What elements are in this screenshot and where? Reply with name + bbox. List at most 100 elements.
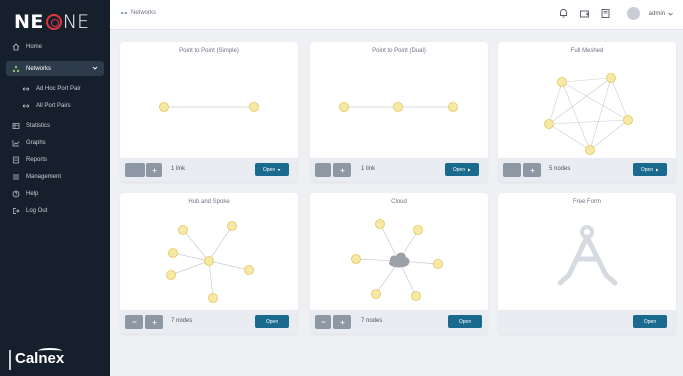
help-icon (12, 190, 20, 198)
topology-diagram (544, 73, 633, 155)
plus-icon (340, 168, 344, 172)
sidebar-item-management[interactable]: Management (0, 168, 110, 185)
link-count: 1 link (361, 166, 376, 172)
calnex-wordmark: Calnex (15, 350, 65, 367)
neone-logo[interactable]: NE NE (14, 9, 89, 35)
network-card-p2p-simple: Point to Point (Simple) 1 link Open (120, 42, 298, 182)
arrows-icon (22, 102, 30, 110)
node (249, 102, 259, 112)
node (606, 73, 616, 83)
sidebar-item-label: Networks (26, 65, 52, 72)
report-icon (12, 156, 20, 164)
logo-ne-suffix: NE (62, 11, 90, 33)
node (375, 219, 385, 229)
open-button[interactable]: Open (255, 163, 289, 176)
sidebar-item-label: Log Out (26, 207, 48, 214)
avatar[interactable] (626, 7, 640, 20)
chevron-down-icon (668, 12, 673, 16)
logo-o-icon (45, 14, 62, 30)
node-count: 7 nodes (171, 318, 193, 324)
sidebar-nav: Home Networks Ad Hoc Port Pair All Port … (0, 38, 110, 219)
node (433, 259, 443, 269)
user-menu[interactable]: admin (649, 11, 673, 17)
list-icon (12, 173, 20, 181)
node (208, 293, 218, 303)
sidebar-item-label: Statistics (26, 122, 51, 129)
node-count: 7 nodes (361, 318, 383, 324)
topology-diagram (351, 219, 443, 301)
node (448, 102, 458, 112)
node (159, 102, 169, 112)
hub-node (204, 256, 214, 266)
top-bar: Networks admin (110, 0, 683, 30)
sidebar-item-logout[interactable]: Log Out (0, 202, 110, 219)
node-count: 5 nodes (549, 166, 571, 172)
open-button[interactable]: Open (633, 315, 667, 328)
card-footer: 7 nodes Open (120, 310, 298, 334)
user-name: admin (648, 10, 665, 17)
zoom-in-button[interactable] (146, 163, 162, 177)
sidebar-item-help[interactable]: Help (0, 185, 110, 202)
sidebar-item-label: Graphs (26, 139, 46, 146)
node (557, 77, 567, 87)
sidebar-item-reports[interactable]: Reports (0, 151, 110, 168)
card-footer: Open (498, 310, 676, 334)
node (351, 254, 361, 264)
sidebar-item-networks[interactable]: Networks (6, 61, 104, 76)
card-footer: 7 nodes Open (310, 310, 488, 334)
book-icon[interactable] (600, 8, 612, 20)
open-button[interactable]: Open (633, 163, 667, 176)
open-button[interactable]: Open (255, 315, 289, 328)
minus-icon (321, 321, 325, 323)
network-card-free-form: Free Form Open (498, 193, 676, 334)
plus-icon (340, 320, 344, 324)
open-button[interactable]: Open (448, 315, 482, 328)
sidebar-item-home[interactable]: Home (0, 38, 110, 55)
top-actions: admin (558, 7, 673, 20)
zoom-out-button[interactable] (125, 163, 145, 177)
minus-icon (132, 321, 136, 323)
sidebar-item-label: Help (26, 190, 39, 197)
chart-icon (12, 139, 20, 147)
node (168, 248, 178, 258)
zoom-in-button[interactable] (333, 163, 351, 177)
plus-icon (152, 320, 156, 324)
free-form-icon (557, 225, 618, 286)
network-icon (12, 65, 20, 73)
sidebar-item-graphs[interactable]: Graphs (0, 134, 110, 151)
logo-ne: NE (14, 11, 44, 33)
plus-icon (152, 168, 156, 172)
zoom-in-button[interactable] (333, 315, 351, 329)
node (413, 225, 423, 235)
sidebar-item-label: Reports (26, 156, 48, 163)
zoom-out-button[interactable] (315, 315, 331, 329)
zoom-out-button[interactable] (125, 315, 143, 329)
zoom-out-button[interactable] (503, 163, 521, 177)
bell-icon[interactable] (558, 8, 570, 20)
network-card-full-meshed: Full Meshed 5 nodes Open (498, 42, 676, 182)
zoom-in-button[interactable] (145, 315, 163, 329)
sidebar-item-ad-hoc-port-pair[interactable]: Ad Hoc Port Pair (0, 80, 110, 97)
sidebar: NE NE Home Networks Ad Hoc Port Pair All… (0, 0, 110, 376)
zoom-out-button[interactable] (315, 163, 331, 177)
breadcrumb-networks[interactable]: Networks (131, 10, 156, 16)
topology-diagram (166, 221, 254, 303)
node (166, 270, 176, 280)
topology-diagram (339, 102, 458, 112)
link-count: 1 link (171, 166, 186, 172)
zoom-in-button[interactable] (523, 163, 541, 177)
node (585, 145, 595, 155)
sidebar-item-label: All Port Pairs (36, 102, 71, 109)
node (178, 225, 188, 235)
calnex-logo: Calnex (0, 344, 110, 376)
arrows-icon (22, 85, 30, 93)
sidebar-item-statistics[interactable]: Statistics (0, 117, 110, 134)
network-card-cloud: Cloud 7 nodes Open (310, 193, 488, 334)
sidebar-item-all-port-pairs[interactable]: All Port Pairs (0, 97, 110, 114)
card-footer: 1 link Open (310, 158, 488, 182)
open-button[interactable]: Open (445, 163, 479, 176)
logout-icon (12, 207, 20, 215)
sidebar-item-label: Ad Hoc Port Pair (36, 85, 81, 92)
node (411, 291, 421, 301)
camera-icon[interactable] (579, 8, 591, 20)
